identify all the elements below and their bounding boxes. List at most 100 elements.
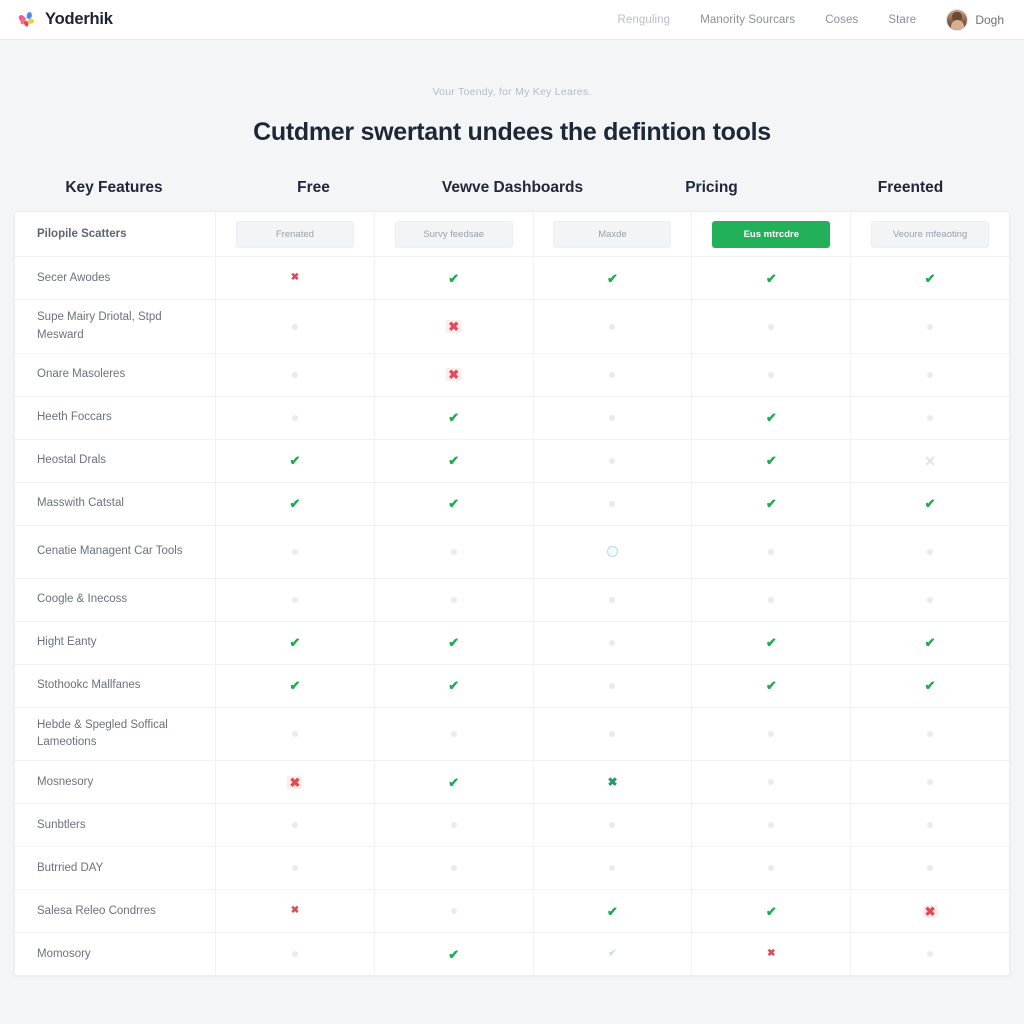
placeholder-dot-icon bbox=[927, 731, 934, 738]
table-row: Heeth Foccars ✔ ✔ bbox=[15, 396, 1009, 440]
circle-outline-icon bbox=[606, 546, 618, 558]
placeholder-dot-icon bbox=[609, 500, 616, 507]
feature-value-cell bbox=[691, 847, 850, 890]
feature-label: Butrried DAY bbox=[37, 861, 104, 874]
plan-badge-cell: Frenated bbox=[215, 212, 374, 257]
feature-value-cell bbox=[691, 525, 850, 578]
pinwheel-logo-icon bbox=[16, 9, 38, 31]
check-icon: ✔ bbox=[448, 410, 460, 426]
check-icon: ✔ bbox=[289, 635, 301, 651]
placeholder-dot-icon bbox=[291, 371, 298, 378]
feature-value-cell: ✔ bbox=[532, 890, 692, 933]
feature-value-cell: ✖ bbox=[373, 300, 533, 353]
nav-item-coses[interactable]: Coses bbox=[825, 14, 858, 26]
feature-value-cell bbox=[215, 933, 374, 976]
plan-badge[interactable]: Survy feedsae bbox=[394, 220, 513, 248]
placeholder-dot-icon bbox=[768, 371, 775, 378]
placeholder-dot-icon bbox=[609, 731, 616, 738]
placeholder-dot-icon bbox=[768, 323, 775, 330]
column-header-free: Free bbox=[297, 179, 330, 196]
placeholder-dot-icon bbox=[768, 731, 775, 738]
feature-value-cell bbox=[850, 933, 1009, 976]
feature-value-cell bbox=[532, 353, 692, 396]
table-row: Supe Mairy Driotal, Stpd Mesward ✖ bbox=[15, 300, 1009, 354]
feature-value-cell: ✔ bbox=[373, 933, 533, 976]
check-icon-faint: ✔ bbox=[608, 948, 617, 960]
column-header-key-features: Key Features bbox=[65, 179, 163, 196]
feature-label: Heostal Drals bbox=[37, 454, 107, 467]
table-row: Hight Eanty ✔ ✔ ✔ ✔ bbox=[15, 621, 1009, 665]
table-row: Sunbtlers bbox=[15, 804, 1009, 848]
feature-value-cell bbox=[373, 890, 533, 933]
placeholder-dot-icon bbox=[291, 548, 298, 555]
cross-icon: ✖ bbox=[446, 367, 462, 383]
plan-badge[interactable]: Veoure mfeaoting bbox=[871, 220, 990, 248]
plan-badge[interactable]: Frenated bbox=[235, 220, 354, 248]
feature-value-cell: ✔ bbox=[850, 482, 1009, 525]
feature-value-cell: ✖ bbox=[532, 761, 692, 804]
check-icon: ✔ bbox=[765, 678, 777, 694]
feature-value-cell bbox=[532, 847, 692, 890]
feature-value-cell: ✖ bbox=[215, 257, 374, 300]
feature-value-cell bbox=[691, 578, 850, 621]
feature-value-cell bbox=[850, 353, 1009, 396]
feature-value-cell bbox=[691, 353, 850, 396]
feature-value-cell bbox=[850, 300, 1009, 353]
feature-value-cell bbox=[373, 804, 533, 847]
table-row: Onare Masoleres ✖ bbox=[15, 353, 1009, 397]
placeholder-dot-icon bbox=[768, 779, 775, 786]
feature-value-cell bbox=[532, 707, 692, 761]
placeholder-dot-icon bbox=[768, 596, 775, 603]
nav-item-renguling[interactable]: Renguling bbox=[617, 14, 670, 26]
placeholder-dot-icon bbox=[609, 457, 616, 464]
feature-value-cell: ✔ bbox=[373, 761, 533, 804]
feature-label: Hight Eanty bbox=[37, 636, 97, 649]
placeholder-dot-icon bbox=[768, 865, 775, 872]
feature-value-cell bbox=[215, 578, 374, 621]
plan-badge-active[interactable]: Eus mtrcdre bbox=[712, 220, 831, 248]
feature-value-cell: ✔ bbox=[532, 933, 692, 976]
feature-label: Stothookc Mallfanes bbox=[37, 679, 141, 692]
check-icon: ✔ bbox=[289, 453, 301, 469]
feature-value-cell bbox=[691, 707, 850, 761]
placeholder-dot-icon bbox=[927, 323, 934, 330]
page-title: Cutdmer swertant undees the defintion to… bbox=[253, 118, 771, 146]
brand[interactable]: Yoderhik bbox=[16, 9, 113, 31]
feature-value-cell bbox=[532, 439, 692, 482]
check-icon: ✔ bbox=[448, 678, 460, 694]
feature-label: Supe Mairy Driotal, Stpd Mesward bbox=[37, 311, 162, 341]
placeholder-dot-icon bbox=[291, 414, 298, 421]
placeholder-dot-icon bbox=[450, 865, 457, 872]
feature-value-cell bbox=[850, 761, 1009, 804]
user-menu[interactable]: Dogh bbox=[946, 8, 1004, 31]
feature-value-cell: ✕ bbox=[850, 439, 1009, 482]
feature-value-cell bbox=[850, 847, 1009, 890]
nav-item-stare[interactable]: Stare bbox=[888, 14, 916, 26]
feature-value-cell bbox=[215, 847, 374, 890]
column-header-freented: Freented bbox=[877, 179, 944, 196]
feature-value-cell bbox=[691, 804, 850, 847]
feature-value-cell: ✔ bbox=[850, 664, 1009, 707]
feature-value-cell: ✔ bbox=[691, 396, 850, 439]
placeholder-dot-icon bbox=[291, 951, 298, 958]
table-row: Coogle & Inecoss bbox=[15, 578, 1009, 622]
nav-item-manority-sourcars[interactable]: Manority Sourcars bbox=[700, 14, 795, 26]
plan-badge-cell: Survy feedsae bbox=[373, 212, 533, 257]
feature-value-cell bbox=[373, 847, 533, 890]
feature-value-cell: ✔ bbox=[373, 257, 533, 300]
check-icon: ✔ bbox=[448, 774, 460, 790]
feature-label: Momosory bbox=[37, 947, 91, 960]
table-row: Secer Awodes ✖ ✔ ✔ ✔ ✔ bbox=[15, 257, 1009, 301]
feature-value-cell: ✔ bbox=[691, 664, 850, 707]
feature-value-cell: ✔ bbox=[373, 621, 533, 664]
table-row: Heostal Drals ✔ ✔ ✔ ✕ bbox=[15, 439, 1009, 483]
comparison-column-headers: Key Features Free Vewve Dashboards Prici… bbox=[0, 157, 1024, 211]
placeholder-dot-icon bbox=[609, 414, 616, 421]
feature-label: Sunbtlers bbox=[37, 818, 86, 831]
placeholder-dot-icon bbox=[927, 596, 934, 603]
check-icon: ✔ bbox=[448, 270, 460, 286]
cross-icon: ✖ bbox=[446, 319, 462, 335]
check-icon: ✔ bbox=[765, 903, 777, 919]
plan-badge[interactable]: Maxde bbox=[553, 220, 672, 248]
check-icon: ✔ bbox=[289, 678, 301, 694]
